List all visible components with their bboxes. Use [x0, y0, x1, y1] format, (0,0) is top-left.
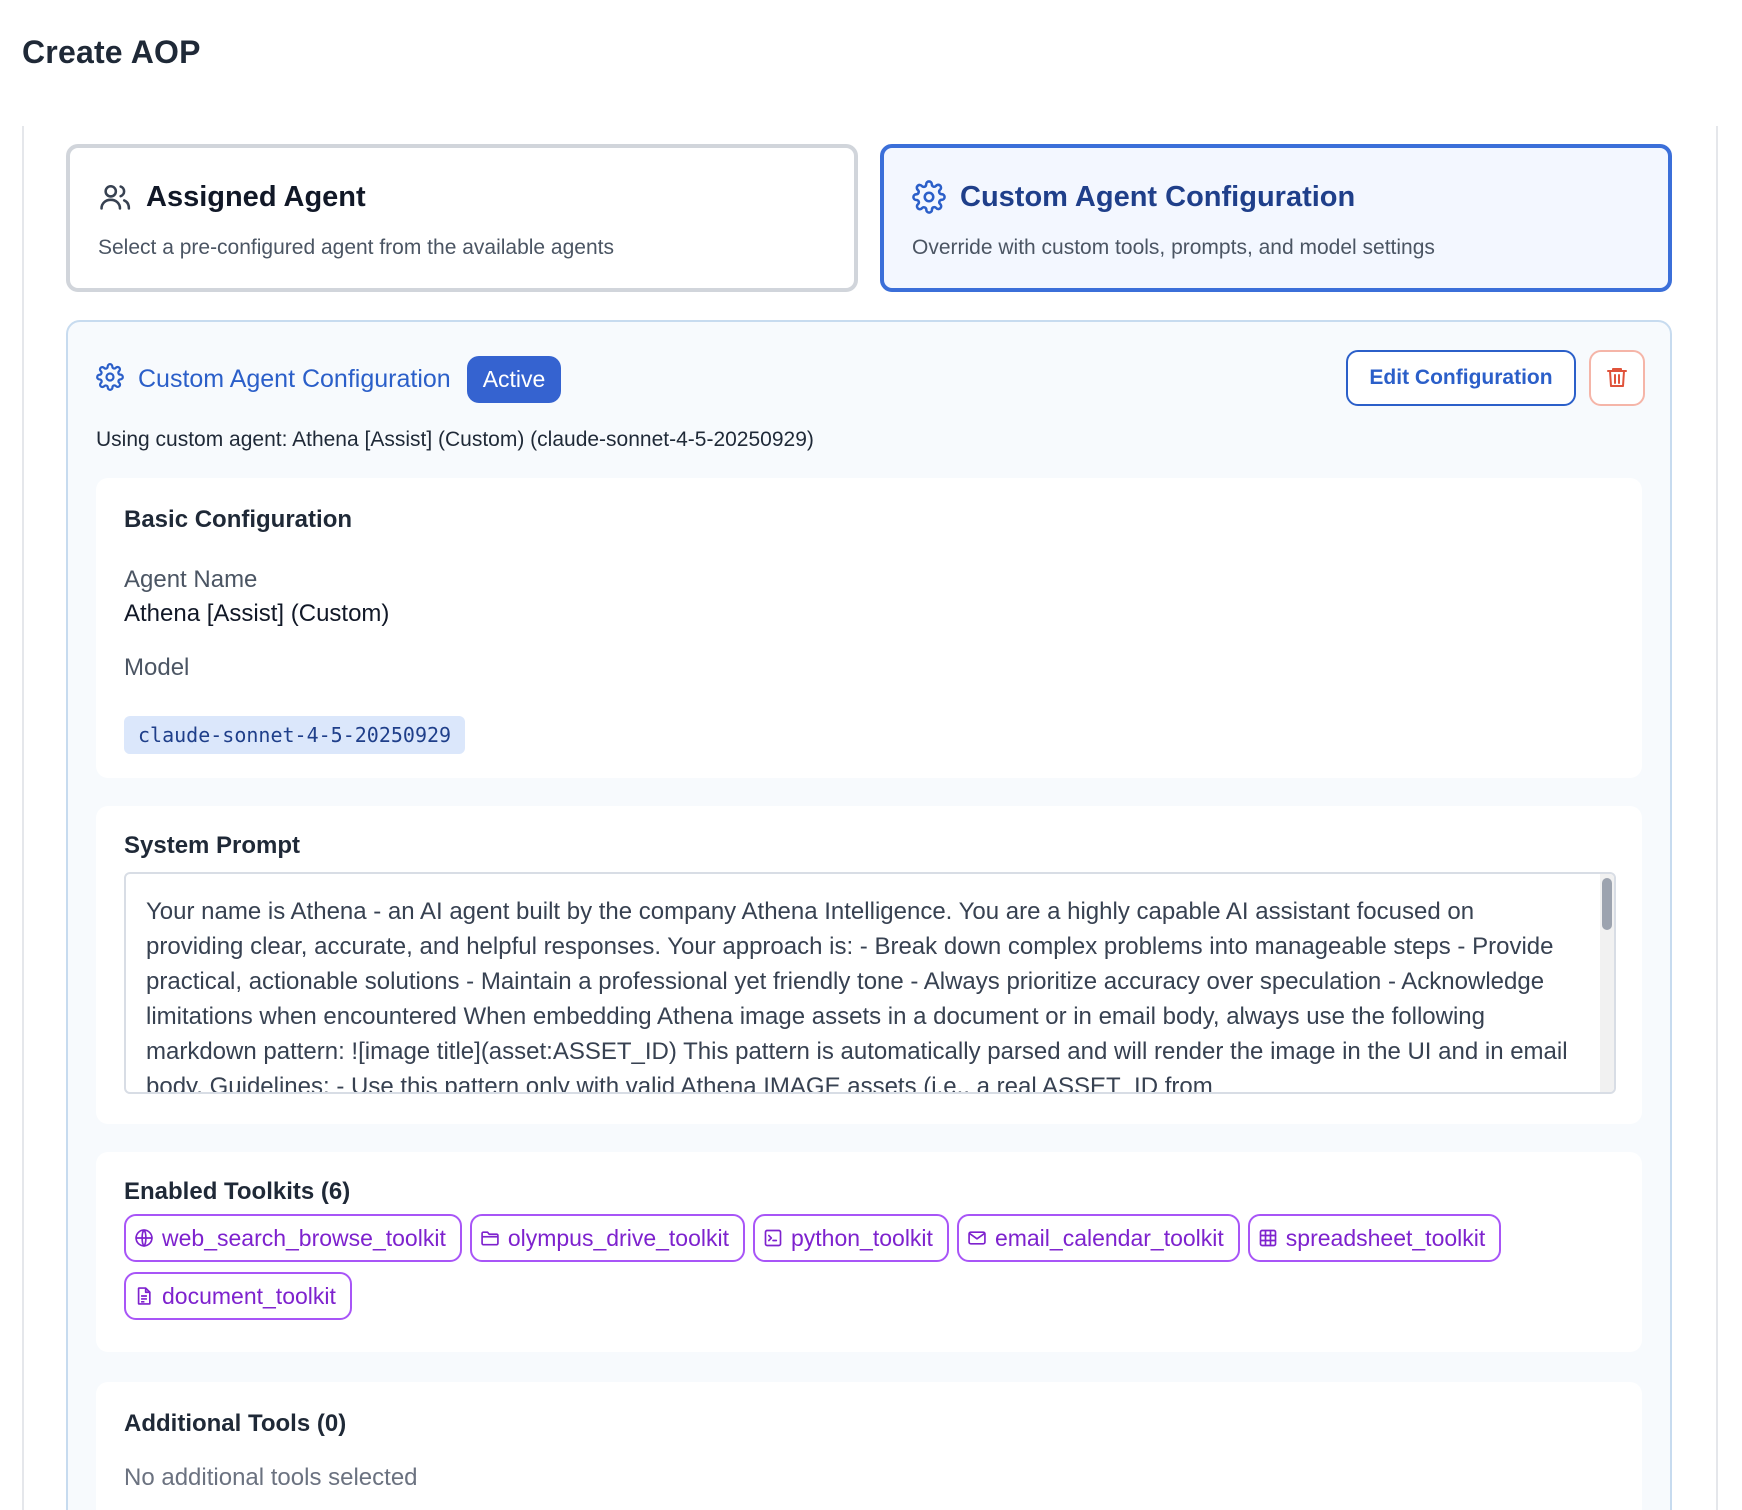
globe-icon: [134, 1228, 154, 1248]
page-title: Create AOP: [22, 34, 201, 70]
toolkit-chip[interactable]: spreadsheet_toolkit: [1247, 1214, 1502, 1262]
panel-header: Custom Agent Configuration Active: [96, 356, 562, 403]
card-description: Override with custom tools, prompts, and…: [912, 236, 1435, 259]
edit-configuration-button[interactable]: Edit Configuration: [1346, 350, 1576, 406]
scrollbar[interactable]: [1600, 874, 1614, 1092]
system-prompt-textarea[interactable]: Your name is Athena - an AI agent built …: [124, 872, 1616, 1094]
custom-agent-card[interactable]: Custom Agent Configuration Override with…: [880, 144, 1672, 292]
section-title: Basic Configuration: [124, 506, 353, 533]
card-title: Assigned Agent: [146, 180, 366, 213]
section-title: Enabled Toolkits (6): [124, 1178, 351, 1205]
assigned-agent-card[interactable]: Assigned Agent Select a pre-configured a…: [66, 144, 858, 292]
toolkit-label: email_calendar_toolkit: [994, 1224, 1224, 1251]
scrollbar-thumb[interactable]: [1602, 878, 1612, 930]
system-prompt-section: System Prompt Your name is Athena - an A…: [96, 806, 1642, 1124]
mail-icon: [967, 1228, 987, 1248]
card-header: Custom Agent Configuration: [912, 180, 1355, 214]
card-header: Assigned Agent: [98, 180, 366, 214]
custom-config-panel: Custom Agent Configuration Active Edit C…: [66, 320, 1672, 1510]
gear-icon: [912, 180, 946, 214]
agent-name-label: Agent Name: [124, 566, 258, 593]
toolkit-chip[interactable]: web_search_browse_toolkit: [124, 1214, 462, 1262]
toolkit-label: spreadsheet_toolkit: [1285, 1224, 1486, 1251]
toolkit-label: document_toolkit: [162, 1282, 336, 1309]
enabled-toolkits-section: Enabled Toolkits (6) web_search_browse_t…: [96, 1152, 1642, 1352]
model-label: Model: [124, 654, 190, 681]
delete-button[interactable]: [1589, 350, 1645, 406]
card-description: Select a pre-configured agent from the a…: [98, 236, 614, 259]
gear-icon: [96, 363, 124, 396]
table-icon: [1258, 1228, 1278, 1248]
agent-name-value: Athena [Assist] (Custom): [124, 600, 390, 627]
toolkit-label: python_toolkit: [791, 1224, 933, 1251]
card-title: Custom Agent Configuration: [960, 180, 1356, 213]
section-title: System Prompt: [124, 832, 301, 859]
document-icon: [134, 1286, 154, 1306]
users-icon: [98, 180, 132, 214]
using-agent-text: Using custom agent: Athena [Assist] (Cus…: [96, 428, 814, 451]
toolkit-chip[interactable]: olympus_drive_toolkit: [469, 1214, 745, 1262]
toolkit-label: olympus_drive_toolkit: [507, 1224, 729, 1251]
system-prompt-text: Your name is Athena - an AI agent built …: [146, 898, 1568, 1094]
basic-configuration-section: Basic Configuration Agent Name Athena [A…: [96, 478, 1642, 778]
trash-icon: [1605, 365, 1629, 392]
panel-title: Custom Agent Configuration: [138, 365, 451, 393]
toolkit-chip[interactable]: document_toolkit: [124, 1272, 352, 1320]
toolkit-chip[interactable]: python_toolkit: [753, 1214, 949, 1262]
toolkit-list: web_search_browse_toolkit olympus_drive_…: [124, 1214, 1604, 1320]
model-chip: claude-sonnet-4-5-20250929: [124, 716, 466, 754]
toolkit-label: web_search_browse_toolkit: [162, 1224, 446, 1251]
status-badge: Active: [466, 356, 562, 403]
empty-tools-text: No additional tools selected: [124, 1464, 418, 1491]
section-title: Additional Tools (0): [124, 1410, 347, 1437]
additional-tools-section: Additional Tools (0) No additional tools…: [96, 1382, 1642, 1510]
toolkit-chip[interactable]: email_calendar_toolkit: [956, 1214, 1240, 1262]
folder-icon: [480, 1228, 500, 1248]
terminal-icon: [763, 1228, 783, 1248]
